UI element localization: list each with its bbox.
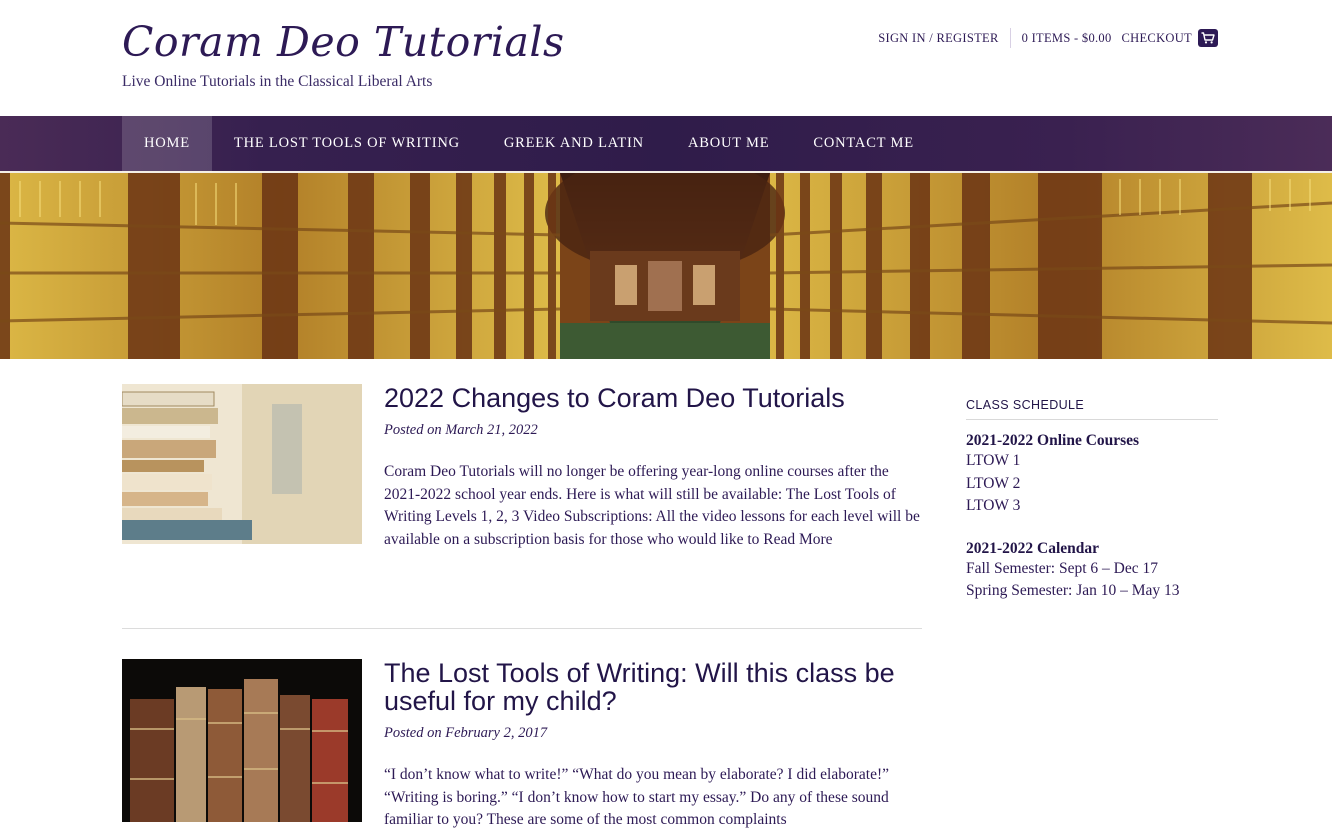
hero-library-image xyxy=(0,173,1332,359)
nav-items: HOME THE LOST TOOLS OF WRITING GREEK AND… xyxy=(122,116,936,171)
post-thumbnail[interactable] xyxy=(122,384,362,544)
post-excerpt: Coram Deo Tutorials will no longer be of… xyxy=(384,461,922,551)
nav-item-home[interactable]: HOME xyxy=(122,116,212,171)
post-title[interactable]: The Lost Tools of Writing: Will this cla… xyxy=(384,659,922,715)
site-title[interactable]: Coram Deo Tutorials xyxy=(122,18,565,66)
post-card: The Lost Tools of Writing: Will this cla… xyxy=(122,659,922,831)
sign-in-register-link[interactable]: SIGN IN / REGISTER xyxy=(878,31,998,46)
course-item: LTOW 1 xyxy=(966,452,1021,469)
nav-item-about-me[interactable]: ABOUT ME xyxy=(666,116,791,171)
course-item: LTOW 2 xyxy=(966,474,1021,492)
nav-item-contact-me[interactable]: CONTACT ME xyxy=(791,116,935,171)
nav-item-greek-and-latin[interactable]: GREEK AND LATIN xyxy=(482,116,666,171)
post-body: The Lost Tools of Writing: Will this cla… xyxy=(384,659,922,831)
main-navigation: HOME THE LOST TOOLS OF WRITING GREEK AND… xyxy=(0,116,1332,173)
post-date: Posted on February 2, 2017 xyxy=(384,725,548,741)
site-tagline: Live Online Tutorials in the Classical L… xyxy=(122,73,433,90)
cart-icon[interactable] xyxy=(1198,29,1218,47)
online-courses-heading: 2021-2022 Online Courses xyxy=(966,432,1140,449)
post-excerpt: “I don’t know what to write!” “What do y… xyxy=(384,766,889,828)
post-card: 2022 Changes to Coram Deo Tutorials Post… xyxy=(122,384,922,584)
library-illustration xyxy=(0,173,1332,359)
nav-item-lost-tools-of-writing[interactable]: THE LOST TOOLS OF WRITING xyxy=(212,116,482,171)
post-thumbnail[interactable] xyxy=(122,659,362,822)
post-divider xyxy=(122,628,922,629)
calendar-item: Fall Semester: Sept 6 – Dec 17 xyxy=(966,559,1158,577)
sidebar: CLASS SCHEDULE 2021-2022 Online Courses … xyxy=(966,398,1218,603)
checkout-link[interactable]: CHECKOUT xyxy=(1122,31,1192,46)
header-account-links: SIGN IN / REGISTER 0 ITEMS - $0.00 CHECK… xyxy=(878,28,1218,48)
header-divider xyxy=(1009,28,1011,48)
calendar-heading: 2021-2022 Calendar xyxy=(966,539,1100,557)
post-title[interactable]: 2022 Changes to Coram Deo Tutorials xyxy=(384,384,922,412)
read-more-link[interactable]: Read More xyxy=(763,531,832,548)
post-date: Posted on March 21, 2022 xyxy=(384,422,538,438)
post-body: 2022 Changes to Coram Deo Tutorials Post… xyxy=(384,384,922,551)
course-item: LTOW 3 xyxy=(966,497,1021,514)
site-header: Coram Deo Tutorials Live Online Tutorial… xyxy=(0,0,1332,116)
widget-spacer xyxy=(966,518,1218,540)
post-excerpt-text: Coram Deo Tutorials will no longer be of… xyxy=(384,463,920,548)
class-schedule-title: CLASS SCHEDULE xyxy=(966,398,1218,420)
calendar-item: Spring Semester: Jan 10 – May 13 xyxy=(966,582,1180,599)
cart-summary-link[interactable]: 0 ITEMS - $0.00 xyxy=(1022,31,1112,46)
